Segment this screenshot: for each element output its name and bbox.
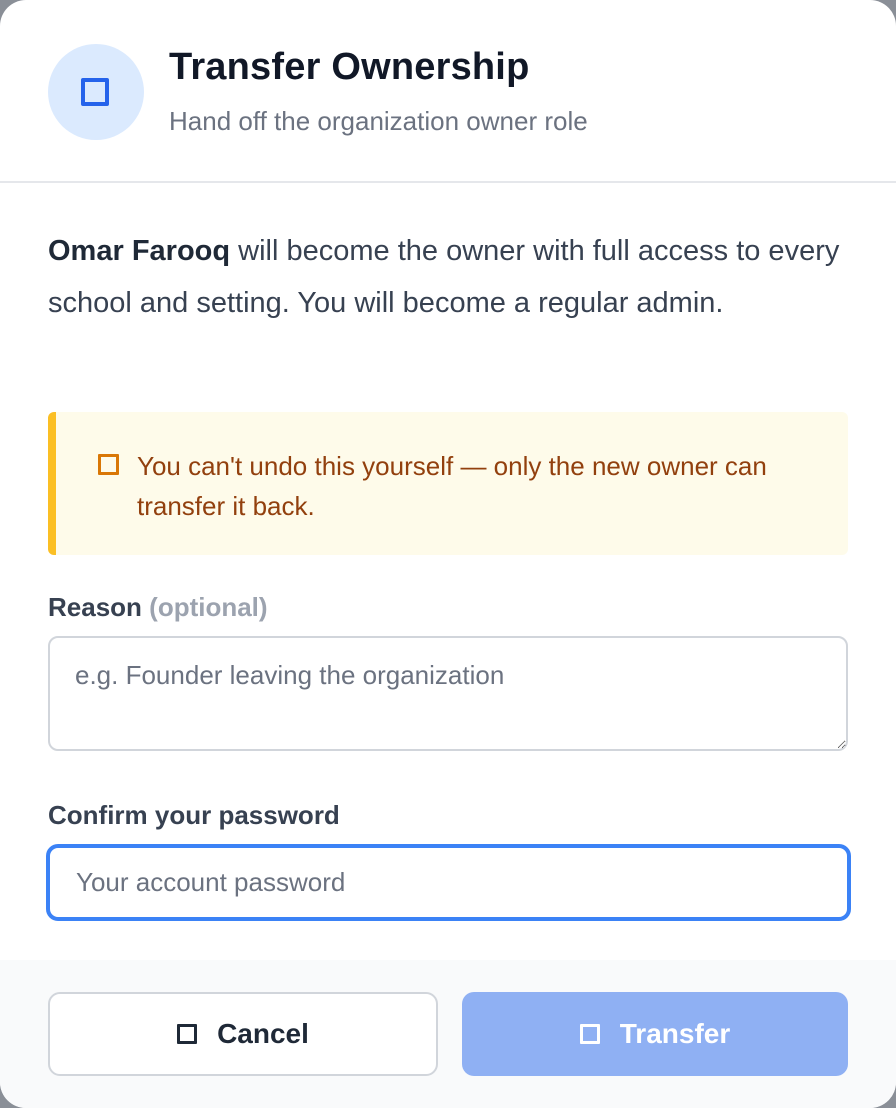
warning-callout: You can't undo this yourself — only the … <box>48 412 848 555</box>
cancel-button-label: Cancel <box>217 1018 309 1049</box>
transfer-button-label: Transfer <box>619 1018 731 1049</box>
reason-label: Reason (optional) <box>48 592 268 623</box>
cancel-icon <box>177 1024 198 1044</box>
optional-hint: (optional) <box>149 592 268 622</box>
warning-text: You can't undo this yourself — only the … <box>137 451 767 521</box>
transfer-button[interactable]: Transfer <box>462 992 848 1076</box>
dialog-title: Transfer Ownership <box>169 46 530 88</box>
dialog-footer: Cancel Transfer <box>0 960 896 1108</box>
reason-textarea[interactable] <box>48 636 848 751</box>
transfer-icon <box>48 44 144 140</box>
password-input[interactable] <box>46 844 851 921</box>
transfer-ownership-dialog: Transfer Ownership Hand off the organiza… <box>0 0 896 1108</box>
dialog-subtitle: Hand off the organization owner role <box>169 106 588 136</box>
transfer-description: Omar Farooq will become the owner with f… <box>48 225 858 329</box>
reason-label-text: Reason <box>48 592 142 622</box>
dialog-header: Transfer Ownership Hand off the organiza… <box>0 0 896 183</box>
password-label: Confirm your password <box>48 800 340 830</box>
new-owner-name: Omar Farooq <box>48 235 231 267</box>
cancel-button[interactable]: Cancel <box>48 992 438 1076</box>
warning-icon <box>98 454 119 475</box>
transfer-button-icon <box>579 1024 600 1044</box>
